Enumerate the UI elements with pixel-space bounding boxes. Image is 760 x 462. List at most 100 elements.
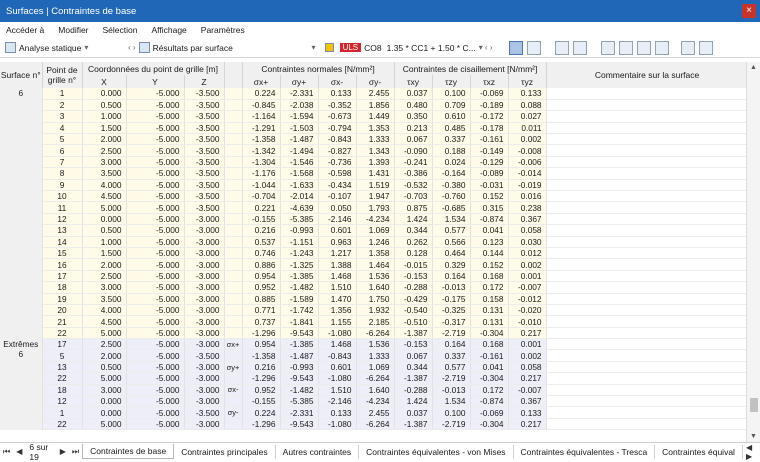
table-columns-icon[interactable] bbox=[654, 40, 669, 55]
comment-cell[interactable] bbox=[546, 213, 749, 226]
comment-cell[interactable] bbox=[546, 247, 749, 260]
prev-next-icon[interactable]: ‹ › bbox=[128, 43, 136, 52]
table-cell: -0.161 bbox=[470, 133, 509, 146]
table-row[interactable]: 9 4.000 -5.000 -3.500 -1.044 -1.633 -0.434 1.51… bbox=[0, 179, 749, 192]
comment-cell[interactable] bbox=[546, 281, 749, 294]
table-row[interactable]: 20 4.000 -5.000 -3.000 0.771 -1.742 1.356 1.932… bbox=[0, 304, 749, 317]
comment-cell[interactable] bbox=[546, 133, 749, 146]
extreme-row[interactable]: 22 5.000 -5.000 -3.000 -1.296 -9.543 -1.080 -6.… bbox=[0, 372, 749, 385]
last-page-icon[interactable]: ⏭ bbox=[72, 447, 79, 457]
vertical-scrollbar[interactable]: ▲ ▼ bbox=[746, 62, 760, 442]
table-row[interactable]: 6 2.500 -5.000 -3.500 -1.342 -1.494 -0.827 1.34… bbox=[0, 144, 749, 157]
tab-basic-stresses[interactable]: Contraintes de base bbox=[82, 444, 175, 459]
comment-cell[interactable] bbox=[546, 395, 749, 408]
table-row[interactable]: 19 3.500 -5.000 -3.000 0.885 -1.589 1.470 1.750… bbox=[0, 293, 749, 305]
select-icon[interactable] bbox=[508, 40, 523, 55]
filter-icon[interactable] bbox=[526, 40, 541, 55]
comment-cell[interactable] bbox=[546, 156, 749, 169]
table-row[interactable]: 2 0.500 -5.000 -3.500 -0.845 -2.038 -0.352 1.85… bbox=[0, 99, 749, 112]
table-cell: -0.845 bbox=[242, 99, 281, 112]
table-yellow-icon[interactable] bbox=[618, 40, 633, 55]
close-icon[interactable]: × bbox=[742, 4, 756, 18]
comment-cell[interactable] bbox=[546, 122, 749, 135]
table-row[interactable]: 13 0.500 -5.000 -3.000 0.216 -0.993 0.601 1.069… bbox=[0, 224, 749, 237]
prev-page-icon[interactable]: ◀ bbox=[16, 447, 22, 456]
analysis-dropdown[interactable]: Analyse statique ▾ bbox=[5, 40, 125, 56]
toolbar: Analyse statique ▾ ‹ › Résultats par sur… bbox=[0, 38, 760, 58]
comment-cell[interactable] bbox=[546, 361, 749, 374]
scroll-down-icon[interactable]: ▼ bbox=[750, 433, 757, 440]
first-page-icon[interactable]: ⏮ bbox=[3, 447, 10, 457]
table-row[interactable]: 6 1 0.000 -5.000 -3.500 0.224 -2.331 0.133 2.455… bbox=[0, 88, 749, 339]
funnel-icon[interactable] bbox=[698, 40, 713, 55]
comment-cell[interactable] bbox=[546, 293, 749, 305]
table-row[interactable]: 22 5.000 -5.000 -3.000 -1.296 -9.543 -1.080 -6.… bbox=[0, 327, 749, 340]
comment-cell[interactable] bbox=[546, 327, 749, 340]
next-page-icon[interactable]: ▶ bbox=[60, 447, 66, 456]
table-row[interactable]: 5 2.000 -5.000 -3.500 -1.358 -1.487 -0.843 1.33… bbox=[0, 133, 749, 146]
tab-equivalent-more[interactable]: Contraintes équival bbox=[655, 444, 743, 459]
comment-cell[interactable] bbox=[546, 315, 749, 328]
table-header-icon[interactable] bbox=[636, 40, 651, 55]
comment-cell[interactable] bbox=[546, 179, 749, 192]
export-icon[interactable] bbox=[680, 40, 695, 55]
tabs-scroll-icon[interactable]: ◀ ▶ bbox=[746, 443, 757, 461]
xxx-format-icon[interactable] bbox=[572, 40, 587, 55]
extreme-row[interactable]: 1 0.000 -5.000 -3.500 σy- 0.224 -2.331 0.133 2.4… bbox=[0, 406, 749, 419]
tab-other-stresses[interactable]: Autres contraintes bbox=[276, 444, 360, 459]
comment-cell[interactable] bbox=[546, 201, 749, 214]
tab-tresca[interactable]: Contraintes équivalentes - Tresca bbox=[514, 444, 656, 459]
menu-item-settings[interactable]: Paramètres bbox=[201, 25, 245, 35]
table-row[interactable]: 11 5.000 -5.000 -3.500 0.221 -4.639 0.050 1.793… bbox=[0, 201, 749, 214]
table-icon[interactable] bbox=[600, 40, 615, 55]
table-cell: 4 bbox=[42, 122, 83, 135]
comment-cell[interactable] bbox=[546, 110, 749, 123]
extreme-row[interactable]: 18 3.000 -5.000 -3.000 σx- 0.952 -1.482 1.510 1.… bbox=[0, 384, 749, 397]
comment-cell[interactable] bbox=[546, 99, 749, 112]
comment-cell[interactable] bbox=[546, 190, 749, 203]
menu-item-goto[interactable]: Accéder à bbox=[6, 25, 44, 35]
menu-item-view[interactable]: Affichage bbox=[151, 25, 186, 35]
table-row[interactable]: 18 3.000 -5.000 -3.000 0.952 -1.482 1.510 1.640… bbox=[0, 281, 749, 294]
comment-cell[interactable] bbox=[546, 236, 749, 248]
comment-cell[interactable] bbox=[546, 258, 749, 271]
menu-item-edit[interactable]: Modifier bbox=[58, 25, 88, 35]
comment-cell[interactable] bbox=[546, 304, 749, 317]
comment-cell[interactable] bbox=[546, 418, 749, 431]
comment-cell[interactable] bbox=[546, 372, 749, 385]
comment-cell[interactable] bbox=[546, 349, 749, 362]
table-row[interactable]: 12 0.000 -5.000 -3.000 -0.155 -5.385 -2.146 -4.… bbox=[0, 213, 749, 226]
tab-principal-stresses[interactable]: Contraintes principales bbox=[174, 444, 276, 459]
comment-cell[interactable] bbox=[546, 270, 749, 283]
comment-cell[interactable] bbox=[546, 144, 749, 157]
table-row[interactable]: 16 2.000 -5.000 -3.000 0.886 -1.325 1.388 1.464… bbox=[0, 258, 749, 271]
extreme-row[interactable]: 13 0.500 -5.000 -3.000 σy+ 0.216 -0.993 0.601 1.… bbox=[0, 361, 749, 374]
comment-cell[interactable] bbox=[546, 167, 749, 180]
comment-cell[interactable] bbox=[546, 406, 749, 419]
extreme-row[interactable]: 12 0.000 -5.000 -3.000 -0.155 -5.385 -2.146 -4.… bbox=[0, 395, 749, 408]
extreme-row[interactable]: Extrêmes 6 17 2.500 -5.000 -3.000 σx+ 0.954 -1.3… bbox=[0, 338, 749, 430]
extreme-row[interactable]: 22 5.000 -5.000 -3.000 -1.296 -9.543 -1.080 -6.… bbox=[0, 418, 749, 431]
comment-cell[interactable] bbox=[546, 338, 749, 351]
table-row[interactable]: 15 1.500 -5.000 -3.000 0.746 -1.243 1.217 1.358… bbox=[0, 247, 749, 260]
scroll-up-icon[interactable]: ▲ bbox=[750, 64, 757, 71]
table-row[interactable]: 4 1.500 -5.000 -3.500 -1.291 -1.503 -0.794 1.35… bbox=[0, 122, 749, 135]
results-dropdown[interactable]: Résultats par surface ▾ bbox=[138, 40, 319, 56]
table-row[interactable]: 17 2.500 -5.000 -3.000 0.954 -1.385 1.468 1.536… bbox=[0, 270, 749, 283]
table-row[interactable]: 3 1.000 -5.000 -3.500 -1.164 -1.594 -0.673 1.44… bbox=[0, 110, 749, 123]
comment-cell[interactable] bbox=[546, 384, 749, 397]
marker-cell bbox=[224, 224, 243, 237]
table-row[interactable]: 14 1.000 -5.000 -3.000 0.537 -1.151 0.963 1.246… bbox=[0, 236, 749, 248]
table-row[interactable]: 21 4.500 -5.000 -3.000 0.737 -1.841 1.155 2.185… bbox=[0, 315, 749, 328]
extreme-row[interactable]: 5 2.000 -5.000 -3.500 -1.358 -1.487 -0.843 1.33… bbox=[0, 349, 749, 362]
tab-von-mises[interactable]: Contraintes équivalentes - von Mises bbox=[359, 444, 514, 459]
combo-dropdown[interactable]: ULS CO8 1.35 * CC1 + 1.50 * C... ▾ ‹ › bbox=[319, 40, 509, 56]
comment-cell[interactable] bbox=[546, 224, 749, 237]
table-row[interactable]: 10 4.500 -5.000 -3.500 -0.704 -2.014 -0.107 1.9… bbox=[0, 190, 749, 203]
comment-cell[interactable] bbox=[546, 88, 749, 100]
menu-item-selection[interactable]: Sélection bbox=[103, 25, 138, 35]
eye-icon[interactable] bbox=[554, 40, 569, 55]
scroll-thumb[interactable] bbox=[750, 398, 758, 412]
table-row[interactable]: 7 3.000 -5.000 -3.500 -1.304 -1.546 -0.736 1.39… bbox=[0, 156, 749, 169]
table-row[interactable]: 8 3.500 -5.000 -3.500 -1.176 -1.568 -0.598 1.43… bbox=[0, 167, 749, 180]
